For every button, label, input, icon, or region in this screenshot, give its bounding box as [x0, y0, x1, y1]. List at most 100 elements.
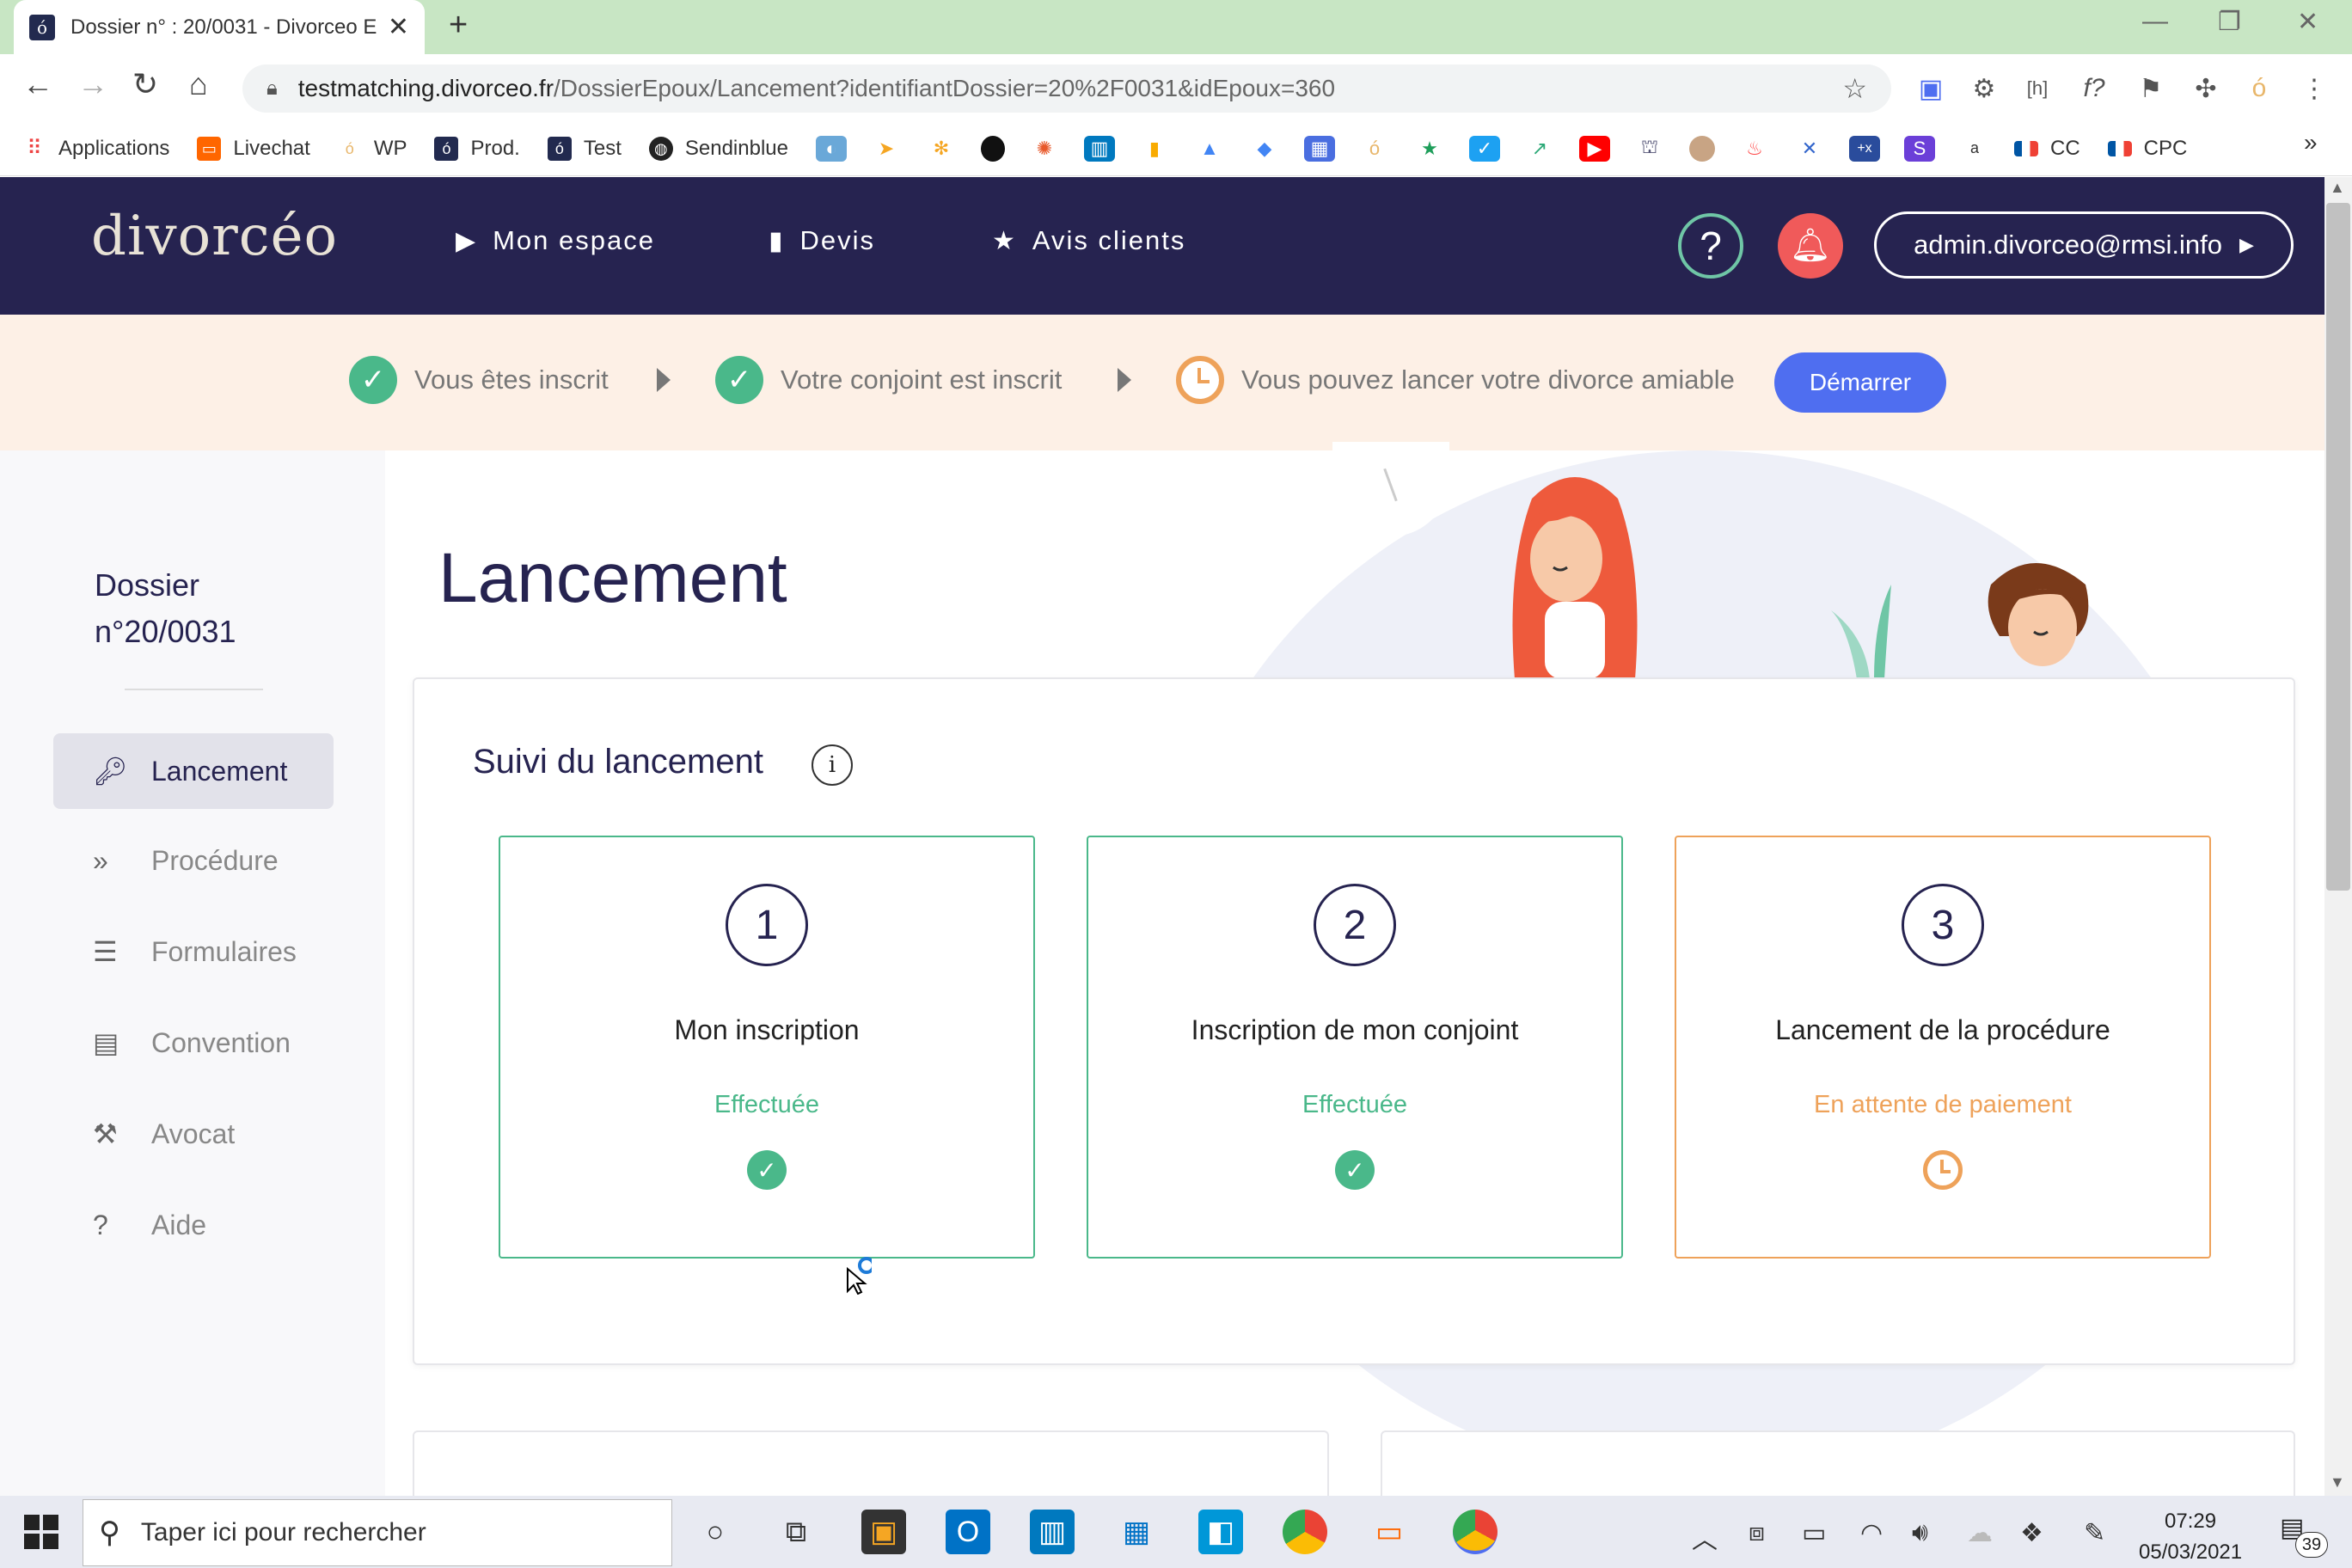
bookmark-star-icon[interactable]: ☆: [1842, 72, 1867, 105]
star-icon[interactable]: ★: [1413, 135, 1445, 162]
sidebar-item-procedure[interactable]: » Procédure: [53, 823, 334, 898]
bookmarks-bar: ⠿ Applications ▭ Livechat ó WP ó Prod. ó Test…: [0, 121, 2352, 176]
bookmark-icon-10[interactable]: +x: [1848, 135, 1880, 162]
taskbar-clock[interactable]: 07:29 05/03/2021: [2139, 1506, 2242, 1568]
account-button[interactable]: admin.divorceo@rmsi.info ▶: [1874, 211, 2294, 279]
outlook-icon[interactable]: O: [946, 1510, 990, 1554]
sidebar-item-convention[interactable]: ▤ Convention: [53, 1005, 334, 1081]
sidebar-item-aide[interactable]: ? Aide: [53, 1187, 334, 1263]
bookmark-cpc[interactable]: CPC: [2107, 137, 2187, 161]
nav-label: Mon espace: [493, 225, 655, 255]
forward-icon[interactable]: →: [77, 66, 108, 102]
clock-date: 05/03/2021: [2139, 1540, 2243, 1564]
woman-illustration-2: [1988, 563, 2089, 666]
bookmark-icon-4[interactable]: [980, 135, 1005, 162]
dossier-id: n°20/0031: [95, 614, 236, 649]
bookmark-prod[interactable]: ó Prod.: [434, 136, 520, 161]
close-window-icon[interactable]: ✕: [2297, 7, 2318, 37]
bookmark-icon-1[interactable]: ◐: [815, 135, 847, 162]
address-bar[interactable]: 🔒︎ testmatching.divorceo.fr/DossierEpoux…: [242, 64, 1891, 113]
bookmark-icon-11[interactable]: S: [1903, 135, 1935, 162]
notifications-button[interactable]: 🔔︎: [1778, 213, 1843, 279]
restore-icon[interactable]: ❐: [2218, 7, 2241, 37]
reload-icon[interactable]: ↻: [132, 66, 158, 102]
taskbar-search[interactable]: ⚲ Taper ici pour rechercher: [83, 1499, 672, 1566]
bookmark-wp[interactable]: ó WP: [338, 137, 407, 161]
info-icon-glyph: i: [828, 752, 836, 778]
cortana-icon[interactable]: ○: [693, 1510, 738, 1554]
bookmark-icon-3[interactable]: ✻: [925, 135, 957, 162]
more-bookmarks-icon[interactable]: »: [2304, 129, 2318, 156]
battery-icon[interactable]: ▭: [1802, 1518, 1826, 1548]
browser-menu-icon[interactable]: ⋮: [2297, 71, 2331, 106]
apps-grid-icon: ⠿: [27, 136, 42, 160]
app-icon[interactable]: ◧: [1198, 1510, 1243, 1554]
sidebar-item-formulaires[interactable]: ☰ Formulaires: [53, 914, 334, 989]
divorceo-extension-icon[interactable]: ó: [2242, 71, 2276, 106]
store-icon[interactable]: ▣: [861, 1510, 906, 1554]
help-button[interactable]: ?: [1678, 213, 1743, 279]
home-icon[interactable]: ⌂: [189, 66, 208, 102]
bookmark-sendinblue[interactable]: ◍ Sendinblue: [648, 136, 788, 161]
sidebar-item-lancement[interactable]: 🔑︎ Lancement: [53, 733, 334, 809]
bookmark-livechat[interactable]: ▭ Livechat: [197, 136, 310, 161]
livechat-icon[interactable]: ▭: [1367, 1510, 1412, 1554]
trello-icon[interactable]: ▥: [1083, 135, 1115, 162]
volume-icon[interactable]: 🔊︎: [1912, 1518, 1928, 1547]
wifi-icon[interactable]: ◠: [1860, 1518, 1883, 1548]
trend-icon[interactable]: ↗: [1523, 135, 1555, 162]
sidebar-item-avocat[interactable]: ⚒ Avocat: [53, 1096, 334, 1172]
task-view-icon[interactable]: ⧉: [774, 1510, 818, 1554]
browser-tab[interactable]: ó Dossier n° : 20/0031 - Divorceo E ✕: [14, 0, 425, 54]
extensions-puzzle-icon[interactable]: ✣: [2189, 71, 2223, 106]
windows-start-icon[interactable]: [24, 1515, 58, 1549]
cloud-icon[interactable]: ☁: [1967, 1518, 1993, 1548]
chrome-active-icon[interactable]: [1453, 1510, 1498, 1554]
bookmark-icon-8[interactable]: ⛫: [1633, 135, 1665, 162]
extension-paint-icon[interactable]: ⚑: [2134, 71, 2168, 106]
bookmark-icon-9[interactable]: ✕: [1793, 135, 1825, 162]
bookmark-icon-2[interactable]: ➤: [870, 135, 902, 162]
dropbox-icon[interactable]: ❖: [2020, 1518, 2043, 1548]
info-icon[interactable]: i: [812, 744, 853, 786]
minimize-icon[interactable]: —: [2142, 7, 2168, 36]
extension-formula-icon[interactable]: f?: [2077, 71, 2111, 106]
calendar-icon[interactable]: ▦: [1114, 1510, 1159, 1554]
divorceo-icon[interactable]: ó: [1358, 135, 1390, 162]
bookmark-label: Test: [583, 136, 622, 160]
youtube-icon[interactable]: ▶: [1578, 135, 1610, 162]
nav-mon-espace[interactable]: ▶ Mon espace: [456, 225, 655, 256]
checkmark-icon[interactable]: ✓: [1468, 135, 1500, 162]
scrollbar-thumb[interactable]: [2326, 203, 2350, 891]
back-icon[interactable]: ←: [22, 66, 53, 102]
scroll-down-icon[interactable]: ▼: [2330, 1473, 2345, 1491]
bookmark-cc[interactable]: CC: [2013, 137, 2080, 161]
bookmark-icon-6[interactable]: ◆: [1248, 135, 1280, 162]
tray-app-icon[interactable]: ⧈: [1749, 1518, 1765, 1547]
google-ads-icon[interactable]: ▲: [1193, 135, 1225, 162]
close-tab-icon[interactable]: ✕: [388, 12, 409, 42]
bookmark-icon-7[interactable]: ▦: [1303, 135, 1335, 162]
amazon-icon[interactable]: a: [1958, 135, 1990, 162]
extension-gear-icon[interactable]: ⚙: [1967, 71, 2001, 106]
extension-1-icon[interactable]: ▣: [1914, 71, 1948, 106]
new-tab-icon[interactable]: +: [449, 7, 468, 44]
chrome-icon[interactable]: [1283, 1510, 1327, 1554]
analytics-icon[interactable]: ▮: [1138, 135, 1170, 162]
step-arrow-icon: [1118, 368, 1131, 392]
extension-bracket-icon[interactable]: [h]: [2020, 71, 2055, 106]
nav-devis[interactable]: ▮ Devis: [769, 225, 875, 256]
logo-text: divorcéo: [91, 205, 338, 268]
start-button[interactable]: Démarrer: [1774, 352, 1946, 413]
divorceo-logo[interactable]: divorcéo: [91, 205, 338, 268]
pen-icon[interactable]: ✎: [2084, 1518, 2105, 1548]
nav-avis-clients[interactable]: ★ Avis clients: [992, 225, 1185, 256]
scroll-up-icon[interactable]: ▲: [2330, 179, 2345, 197]
avatar-icon[interactable]: [1688, 135, 1715, 162]
bookmark-test[interactable]: ó Test: [547, 136, 622, 161]
trello-icon[interactable]: ▥: [1030, 1510, 1075, 1554]
bookmark-applications[interactable]: ⠿ Applications: [22, 137, 169, 161]
bookmark-icon-5[interactable]: ✺: [1028, 135, 1060, 162]
tray-expand-icon[interactable]: ︿: [1692, 1518, 1718, 1556]
flame-icon[interactable]: ♨: [1738, 135, 1770, 162]
